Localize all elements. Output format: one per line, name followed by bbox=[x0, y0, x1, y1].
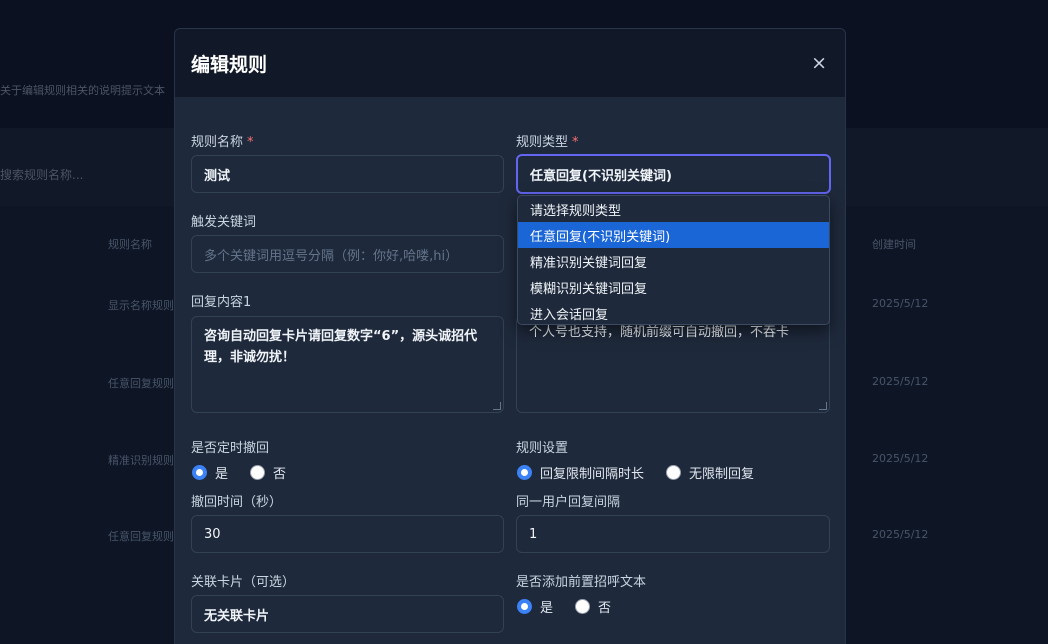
recall-time-label: 撤回时间（秒） bbox=[191, 495, 283, 510]
auto-recall-radio-group: 是 否 bbox=[192, 463, 308, 482]
radio-unchecked-icon[interactable] bbox=[666, 465, 682, 480]
auto-recall-no-option[interactable]: 否 bbox=[250, 463, 286, 482]
recall-time-input[interactable]: 30 bbox=[191, 515, 504, 553]
reply-content-1-textarea[interactable]: 咨询自动回复卡片请回复数字“6”，源头诚招代理，非诚勿扰！ bbox=[191, 316, 504, 413]
same-user-interval-input[interactable]: 1 bbox=[516, 515, 830, 553]
background-hint-text: 关于编辑规则相关的说明提示文本 bbox=[0, 84, 165, 97]
rule-settings-interval-option[interactable]: 回复限制间隔时长 bbox=[517, 463, 644, 482]
edit-rule-modal: 编辑规则 × 规则名称 * 测试 规则类型 * 任意回复(不识别关键词) 触发关键词… bbox=[174, 28, 846, 644]
background-table-row: 显示名称规则 bbox=[108, 299, 174, 312]
rule-type-select[interactable]: 任意回复(不识别关键词) bbox=[516, 154, 831, 194]
linked-card-select[interactable]: 无关联卡片 bbox=[191, 595, 504, 633]
trigger-keywords-input[interactable]: 多个关键词用逗号分隔（例：你好,哈喽,hi） bbox=[191, 235, 504, 273]
rule-name-label: 规则名称 * bbox=[191, 135, 254, 150]
greeting-prefix-no-option[interactable]: 否 bbox=[575, 597, 611, 616]
required-mark: * bbox=[247, 135, 254, 150]
close-button[interactable]: × bbox=[811, 53, 827, 73]
modal-title: 编辑规则 bbox=[191, 53, 268, 76]
rule-type-dropdown: 请选择规则类型 任意回复(不识别关键词) 精准识别关键词回复 模糊识别关键词回复… bbox=[517, 195, 830, 325]
rule-settings-radio-group: 回复限制间隔时长 无限制回复 bbox=[517, 463, 776, 482]
reply-content-2-textarea[interactable]: 个人号也支持，随机前缀可自动撤回，不吞卡 bbox=[516, 316, 830, 413]
background-table-cell-date: 2025/5/12 bbox=[872, 452, 929, 465]
greeting-prefix-radio-group: 是 否 bbox=[517, 597, 633, 616]
same-user-interval-label: 同一用户回复间隔 bbox=[516, 495, 621, 510]
auto-recall-label: 是否定时撤回 bbox=[191, 441, 270, 456]
modal-header: 编辑规则 × bbox=[175, 29, 845, 97]
radio-checked-icon[interactable] bbox=[517, 599, 532, 614]
background-table-row: 任意回复规则 bbox=[108, 377, 174, 390]
dropdown-option[interactable]: 模糊识别关键词回复 bbox=[518, 274, 829, 300]
rule-settings-label: 规则设置 bbox=[516, 441, 569, 456]
reply-content-2-text: 个人号也支持，随机前缀可自动撤回，不吞卡 bbox=[529, 325, 790, 340]
rule-name-input[interactable]: 测试 bbox=[191, 155, 504, 193]
radio-checked-icon[interactable] bbox=[517, 465, 532, 480]
reply-content-1-label: 回复内容1 bbox=[191, 295, 252, 310]
background-table-cell-date: 2025/5/12 bbox=[872, 528, 929, 541]
trigger-keywords-label: 触发关键词 bbox=[191, 215, 257, 230]
background-table-cell-date: 2025/5/12 bbox=[872, 375, 929, 388]
background-table-cell-date: 2025/5/12 bbox=[872, 297, 929, 310]
dropdown-option[interactable]: 请选择规则类型 bbox=[518, 196, 829, 222]
background-search-input: 搜索规则名称... bbox=[0, 168, 84, 182]
required-mark: * bbox=[572, 135, 579, 150]
greeting-prefix-yes-option[interactable]: 是 bbox=[517, 597, 553, 616]
greeting-prefix-label: 是否添加前置招呼文本 bbox=[516, 575, 647, 590]
background-table-header-name: 规则名称 bbox=[108, 238, 152, 251]
rule-settings-unlimited-option[interactable]: 无限制回复 bbox=[666, 463, 754, 482]
background-table-row: 任意回复规则 bbox=[108, 530, 174, 543]
reply-content-1-text: 咨询自动回复卡片请回复数字“6”，源头诚招代理，非诚勿扰！ bbox=[204, 329, 478, 365]
radio-checked-icon[interactable] bbox=[192, 465, 207, 480]
dropdown-option-selected[interactable]: 任意回复(不识别关键词) bbox=[518, 222, 829, 248]
rule-type-label: 规则类型 * bbox=[516, 135, 579, 150]
auto-recall-yes-option[interactable]: 是 bbox=[192, 463, 228, 482]
radio-unchecked-icon[interactable] bbox=[575, 599, 591, 614]
dropdown-option[interactable]: 精准识别关键词回复 bbox=[518, 248, 829, 274]
background-table-header-date: 创建时间 bbox=[872, 238, 916, 251]
resize-handle[interactable] bbox=[819, 402, 827, 410]
radio-unchecked-icon[interactable] bbox=[250, 465, 266, 480]
background-table-row: 精准识别规则 bbox=[108, 454, 174, 467]
linked-card-label: 关联卡片（可选） bbox=[191, 575, 296, 590]
dropdown-option[interactable]: 进入会话回复 bbox=[518, 300, 829, 326]
resize-handle[interactable] bbox=[493, 402, 501, 410]
